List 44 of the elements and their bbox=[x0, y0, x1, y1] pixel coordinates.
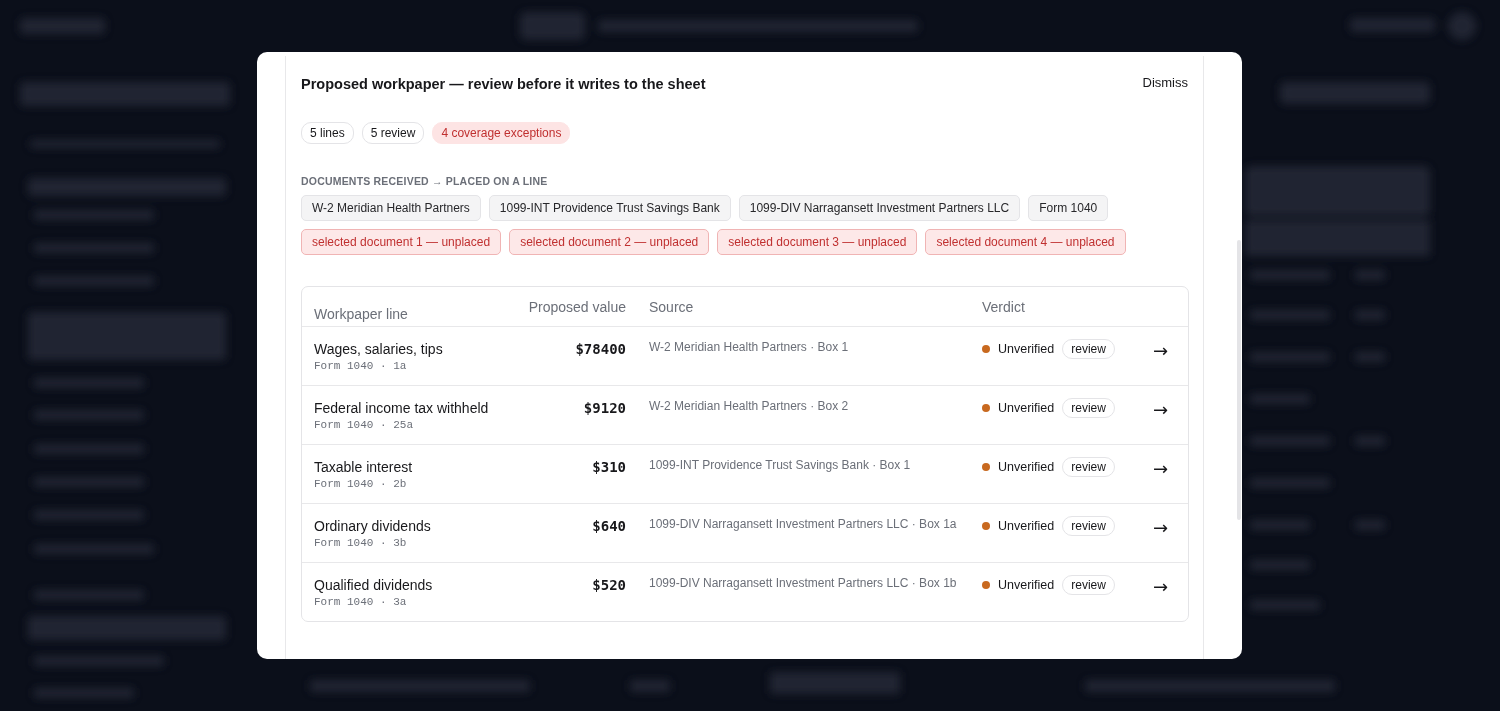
document-chip: selected document 3 — unplaced bbox=[717, 229, 918, 255]
line-name: Qualified dividends bbox=[314, 577, 434, 593]
proposed-value: $640 bbox=[591, 517, 626, 534]
proposed-value: $310 bbox=[591, 458, 626, 475]
column-header: Workpaper line bbox=[314, 304, 409, 322]
verdict-text: Unverified bbox=[998, 401, 1055, 415]
form-reference: Form 1040 · 25a bbox=[314, 419, 415, 431]
proposed-value: $520 bbox=[591, 576, 626, 593]
line-name: Wages, salaries, tips bbox=[314, 341, 444, 357]
form-reference: Form 1040 · 1a bbox=[314, 360, 408, 372]
column-header: Proposed value bbox=[527, 298, 626, 315]
form-reference: Form 1040 · 2b bbox=[314, 478, 408, 490]
proposed-value: $9120 bbox=[582, 399, 626, 416]
line-name: Federal income tax withheld bbox=[314, 400, 490, 416]
document-chip: selected document 2 — unplaced bbox=[509, 229, 710, 255]
verdict-text: Unverified bbox=[998, 342, 1055, 356]
document-chip: selected document 4 — unplaced bbox=[925, 229, 1126, 255]
source-text: 1099-DIV Narragansett Investment Partners LLC · Box 1b bbox=[649, 575, 958, 590]
form-reference: Form 1040 · 3b bbox=[314, 537, 408, 549]
column-header: Source bbox=[649, 298, 695, 315]
document-chip: Form 1040 bbox=[1028, 195, 1109, 221]
line-name: Taxable interest bbox=[314, 459, 414, 475]
form-reference: Form 1040 · 3a bbox=[314, 596, 408, 608]
dismiss-button[interactable]: Dismiss bbox=[1142, 74, 1188, 94]
document-chip: 1099-INT Providence Trust Savings Bank bbox=[488, 195, 731, 221]
document-chip: W-2 Meridian Health Partners bbox=[301, 195, 481, 221]
dialog-title: Proposed workpaper — review before it writes to the sheet bbox=[301, 76, 706, 92]
scrollbar[interactable] bbox=[1237, 240, 1241, 520]
column-header: Verdict bbox=[982, 298, 1025, 315]
source-text: 1099-INT Providence Trust Savings Bank · Box 1 bbox=[649, 457, 912, 472]
document-chip: selected document 1 — unplaced bbox=[301, 229, 502, 255]
count-chip: 5 lines bbox=[301, 122, 354, 144]
count-chip: 4 coverage exceptions bbox=[432, 122, 571, 144]
verdict-text: Unverified bbox=[998, 578, 1055, 592]
verdict-text: Unverified bbox=[998, 460, 1055, 474]
line-name: Ordinary dividends bbox=[314, 518, 432, 534]
document-chip: 1099-DIV Narragansett Investment Partners LLC bbox=[738, 195, 1021, 221]
source-text: 1099-DIV Narragansett Investment Partners LLC · Box 1a bbox=[649, 516, 958, 531]
verdict-text: Unverified bbox=[998, 519, 1055, 533]
count-chip: 5 review bbox=[361, 122, 425, 144]
source-text: W-2 Meridian Health Partners · Box 2 bbox=[649, 398, 850, 413]
source-text: W-2 Meridian Health Partners · Box 1 bbox=[649, 339, 850, 354]
section-heading: DOCUMENTS RECEIVED → PLACED ON A LINE bbox=[301, 175, 549, 187]
proposed-value: $78400 bbox=[574, 340, 626, 357]
